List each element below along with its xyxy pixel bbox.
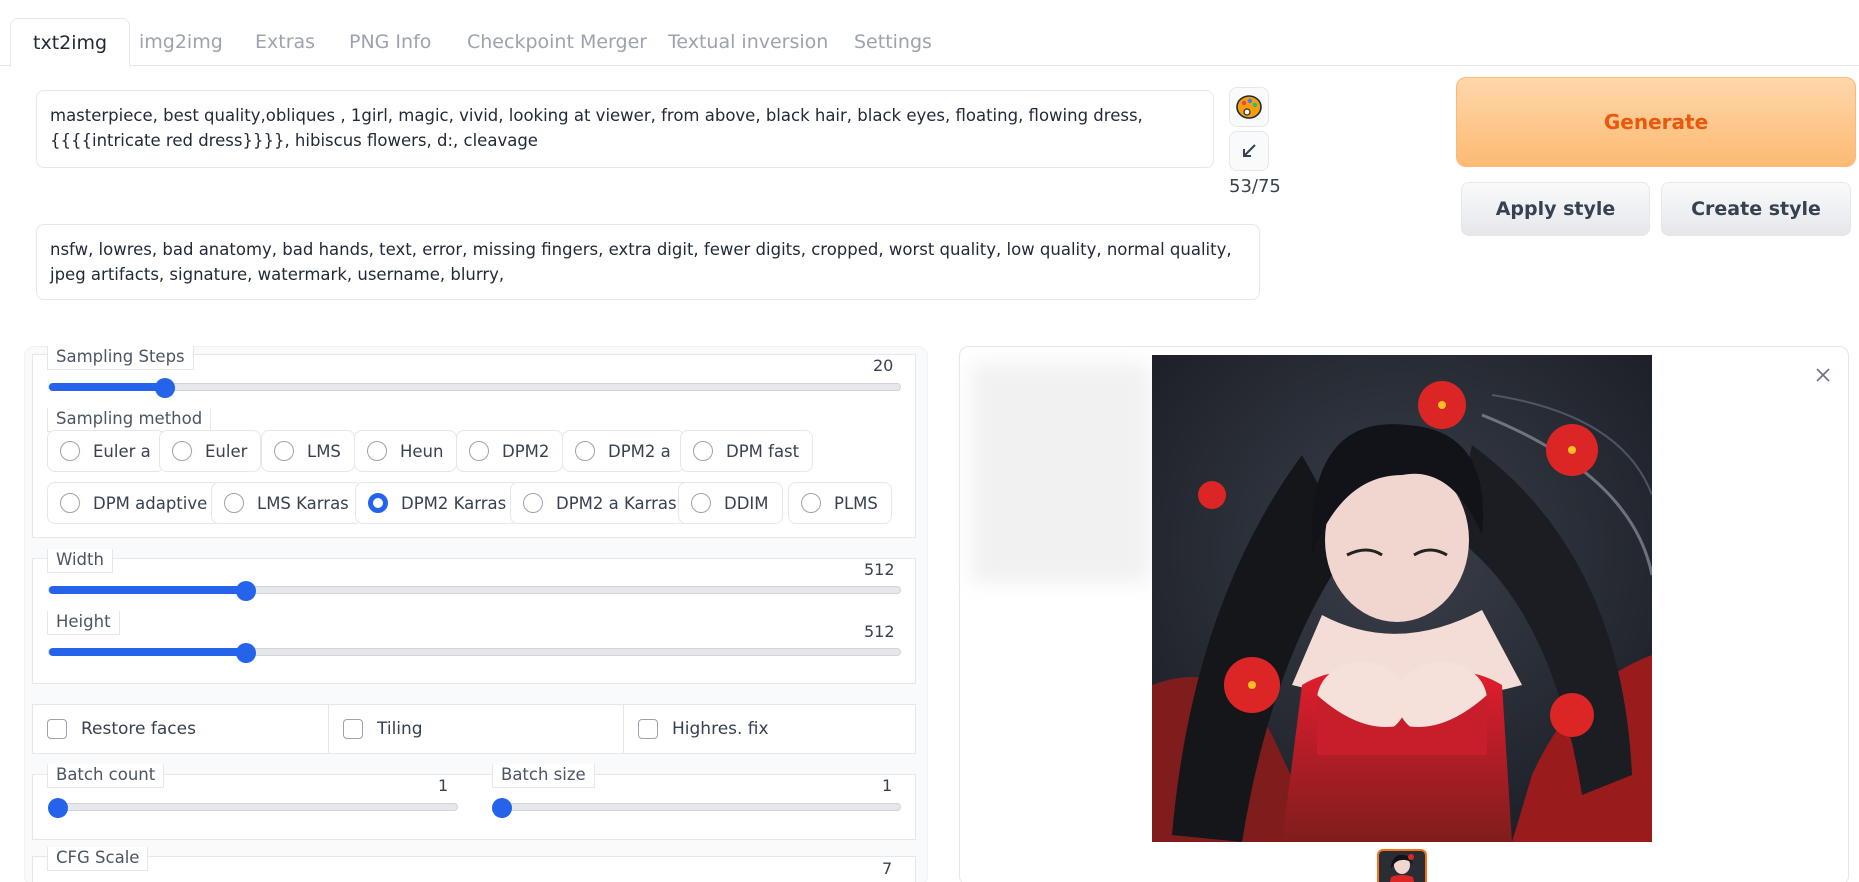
- batch-count-slider[interactable]: [48, 798, 458, 818]
- batch-count-value: 1: [438, 776, 449, 795]
- create-style-button[interactable]: Create style: [1661, 182, 1851, 236]
- sampler-dpm2-karras[interactable]: DPM2 Karras: [355, 482, 521, 524]
- paste-params-button[interactable]: [1229, 87, 1269, 127]
- sampler-lms-karras[interactable]: LMS Karras: [211, 482, 363, 524]
- tab-extras[interactable]: Extras: [233, 18, 337, 66]
- sampler-dpm2-a-karras[interactable]: DPM2 a Karras: [510, 482, 691, 524]
- width-label: Width: [47, 549, 113, 573]
- generated-image[interactable]: [1152, 355, 1652, 842]
- sampler-heun[interactable]: Heun: [354, 430, 458, 472]
- width-thumb[interactable]: [236, 581, 256, 601]
- negative-prompt-input[interactable]: nsfw, lowres, bad anatomy, bad hands, te…: [36, 224, 1260, 300]
- tab-img2img[interactable]: img2img: [117, 18, 245, 66]
- highres-fix-checkbox[interactable]: Highres. fix: [638, 705, 769, 753]
- height-label: Height: [47, 611, 120, 635]
- batch-count-label: Batch count: [47, 764, 165, 788]
- cfg-block: [32, 856, 916, 882]
- sampling-steps-label: Sampling Steps: [47, 346, 194, 370]
- tab-bar: txt2img img2img Extras PNG Info Checkpoi…: [0, 0, 1859, 67]
- tab-textual-inversion[interactable]: Textual inversion: [646, 18, 850, 66]
- apply-style-button[interactable]: Apply style: [1461, 182, 1650, 236]
- cfg-scale-label: CFG Scale: [47, 847, 149, 871]
- width-slider[interactable]: [48, 581, 901, 601]
- height-value: 512: [864, 622, 895, 641]
- generate-button[interactable]: Generate: [1456, 77, 1856, 167]
- cfg-scale-value: 7: [882, 859, 893, 878]
- sampler-dpm2-a[interactable]: DPM2 a: [562, 430, 685, 472]
- tab-png-info[interactable]: PNG Info: [327, 18, 453, 66]
- tab-settings[interactable]: Settings: [832, 18, 954, 66]
- sampler-euler-a[interactable]: Euler a: [47, 430, 165, 472]
- sampling-method-label: Sampling method: [47, 408, 212, 432]
- sampler-euler[interactable]: Euler: [159, 430, 262, 472]
- width-value: 512: [864, 560, 895, 579]
- token-counter: 53/75: [1229, 176, 1281, 197]
- sampler-plms[interactable]: PLMS: [788, 482, 892, 524]
- read-params-button[interactable]: [1229, 131, 1269, 171]
- batch-size-label: Batch size: [492, 764, 595, 788]
- height-slider[interactable]: [48, 643, 901, 663]
- arrow-down-left-icon: [1243, 144, 1256, 157]
- sampling-steps-thumb[interactable]: [155, 378, 175, 398]
- prompt-input[interactable]: masterpiece, best quality,obliques , 1gi…: [36, 90, 1214, 168]
- sampler-dpm2[interactable]: DPM2: [456, 430, 564, 472]
- batch-size-thumb[interactable]: [492, 798, 512, 818]
- close-icon[interactable]: [1812, 364, 1834, 386]
- batch-size-value: 1: [882, 776, 893, 795]
- batch-size-slider[interactable]: [492, 798, 901, 818]
- blurred-preview: [971, 363, 1151, 583]
- restore-faces-checkbox[interactable]: Restore faces: [47, 705, 196, 753]
- gallery-thumbnail[interactable]: [1377, 849, 1427, 882]
- sampling-steps-value: 20: [873, 356, 894, 375]
- palette-icon: [1236, 95, 1262, 119]
- tab-txt2img[interactable]: txt2img: [10, 18, 131, 67]
- dimensions-block: [32, 558, 916, 684]
- sampler-dpm-fast[interactable]: DPM fast: [680, 430, 814, 472]
- height-thumb[interactable]: [236, 643, 256, 663]
- sampler-lms[interactable]: LMS: [261, 430, 355, 472]
- batch-count-thumb[interactable]: [48, 798, 68, 818]
- sampler-dpm-adaptive[interactable]: DPM adaptive: [47, 482, 222, 524]
- options-row: Restore faces Tiling Highres. fix: [32, 704, 916, 754]
- sampler-ddim[interactable]: DDIM: [678, 482, 783, 524]
- tiling-checkbox[interactable]: Tiling: [343, 705, 423, 753]
- tab-checkpoint-merger[interactable]: Checkpoint Merger: [445, 18, 669, 66]
- sampling-steps-slider[interactable]: [48, 378, 901, 398]
